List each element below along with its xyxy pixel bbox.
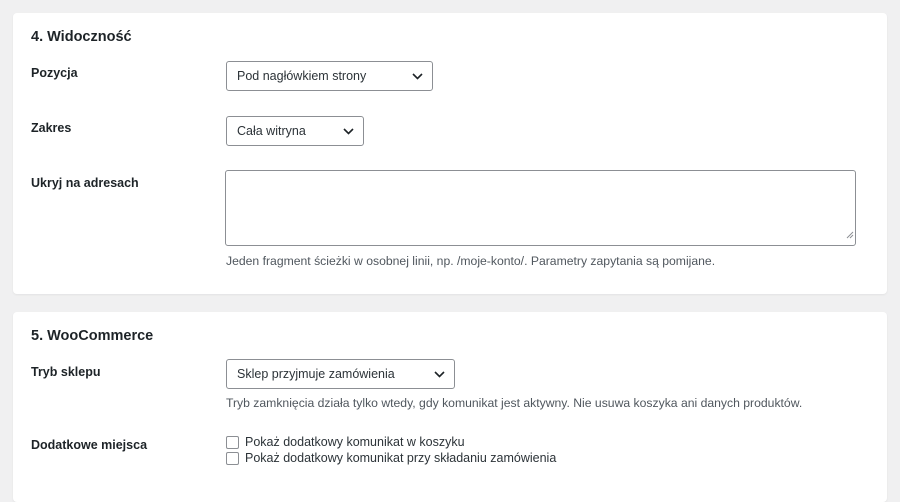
cart-message-label: Pokaż dodatkowy komunikat w koszyku: [245, 435, 465, 449]
extra-places-option[interactable]: Pokaż dodatkowy komunikat przy składaniu…: [226, 451, 556, 465]
chevron-down-icon: [412, 62, 423, 90]
hide-on-help: Jeden fragment ścieżki w osobnej linii, …: [226, 254, 716, 268]
checkout-message-label: Pokaż dodatkowy komunikat przy składaniu…: [245, 451, 557, 465]
shop-mode-select[interactable]: Sklep przyjmuje zamówienia: [226, 359, 455, 389]
shop-mode-label: Tryb sklepu: [31, 365, 101, 379]
scope-select[interactable]: Cała witryna: [226, 116, 364, 146]
hide-on-textarea[interactable]: [225, 170, 856, 246]
scope-label: Zakres: [31, 121, 72, 135]
woocommerce-section: 5. WooCommerce Tryb sklepu Sklep przyjmu…: [13, 312, 887, 502]
extra-places-label: Dodatkowe miejsca: [31, 438, 148, 452]
chevron-down-icon: [343, 117, 354, 145]
position-select-value: Pod nagłówkiem strony: [237, 69, 367, 83]
position-label: Pozycja: [31, 66, 78, 80]
checkout-message-checkbox[interactable]: [226, 451, 239, 465]
visibility-section: 4. Widoczność Pozycja Pod nagłówkiem str…: [13, 13, 887, 294]
cart-message-checkbox[interactable]: [226, 435, 239, 449]
section-title-woocommerce: 5. WooCommerce: [31, 328, 154, 344]
section-title-visibility: 4. Widoczność: [31, 29, 132, 45]
hide-on-label: Ukryj na adresach: [31, 176, 139, 190]
scope-select-value: Cała witryna: [237, 124, 306, 138]
position-select[interactable]: Pod nagłówkiem strony: [226, 61, 433, 91]
resize-grip-icon[interactable]: [846, 226, 854, 244]
shop-mode-select-value: Sklep przyjmuje zamówienia: [237, 367, 395, 381]
shop-mode-help: Tryb zamknięcia działa tylko wtedy, gdy …: [226, 396, 803, 410]
extra-places-option[interactable]: Pokaż dodatkowy komunikat w koszyku: [226, 435, 465, 449]
chevron-down-icon: [434, 360, 445, 388]
